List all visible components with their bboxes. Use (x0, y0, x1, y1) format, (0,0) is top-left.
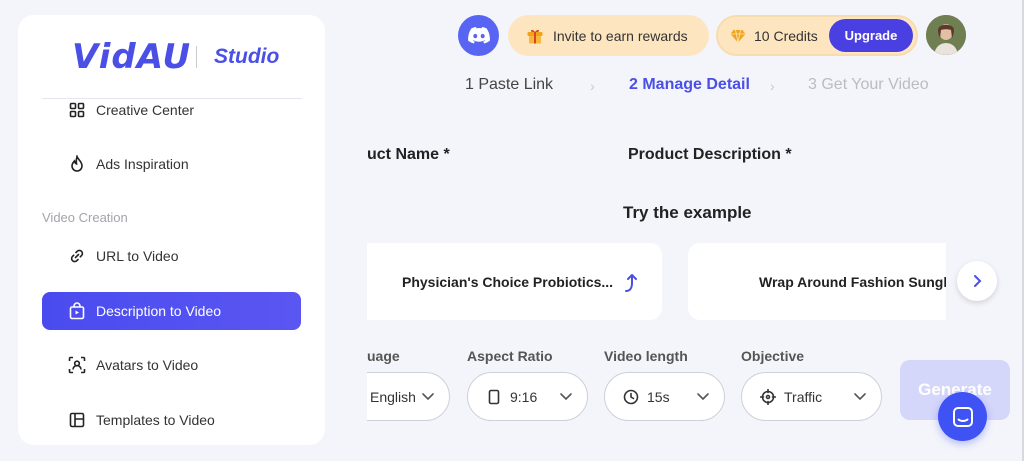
sidebar-item-label: URL to Video (96, 248, 179, 264)
sidebar-item-label: Description to Video (96, 303, 222, 319)
chevron-right-icon: › (590, 78, 595, 94)
language-select[interactable]: English (367, 372, 450, 421)
example-card[interactable]: Wrap Around Fashion Sungla (688, 243, 946, 320)
link-icon (68, 247, 86, 265)
sidebar-item-templates-to-video[interactable]: Templates to Video (42, 401, 301, 439)
section-label-video-creation: Video Creation (42, 210, 128, 225)
aspect-ratio-label: Aspect Ratio (467, 348, 553, 364)
step-manage-detail: 2 Manage Detail (629, 76, 750, 93)
chevron-right-icon: › (770, 78, 775, 94)
objective-value: Traffic (784, 388, 823, 405)
objective-label: Objective (741, 348, 805, 364)
invite-rewards-button[interactable]: Invite to earn rewards (508, 15, 709, 56)
sidebar-item-label: Templates to Video (96, 412, 215, 428)
chevron-down-icon (697, 393, 709, 401)
user-avatar[interactable] (926, 15, 966, 55)
phone-frame-icon (486, 389, 502, 405)
vidau-logo[interactable]: VidAU (72, 37, 191, 77)
product-name-label: uct Name * (367, 146, 450, 163)
discord-icon (467, 27, 490, 44)
sidebar-item-avatars-to-video[interactable]: Avatars to Video (42, 346, 301, 384)
shopping-bag-icon (68, 302, 86, 320)
discord-button[interactable] (458, 15, 499, 56)
chat-support-button[interactable] (938, 392, 987, 441)
aspect-ratio-select[interactable]: 9:16 (467, 372, 588, 421)
avatar-portrait-icon (926, 15, 966, 55)
use-example-icon[interactable] (623, 273, 639, 298)
invite-label: Invite to earn rewards (553, 27, 688, 44)
diamond-icon (730, 29, 746, 43)
upgrade-button[interactable]: Upgrade (829, 19, 913, 52)
gift-icon (527, 29, 543, 43)
language-select-clip: English (367, 372, 451, 421)
language-label: uage (367, 348, 400, 364)
aspect-ratio-value: 9:16 (510, 388, 538, 405)
chevron-down-icon (560, 393, 572, 401)
flame-icon (68, 155, 86, 173)
step-get-your-video: 3 Get Your Video (808, 76, 929, 93)
sidebar-item-label: Avatars to Video (96, 357, 199, 373)
objective-select[interactable]: Traffic (741, 372, 882, 421)
sidebar-item-label: Creative Center (96, 102, 195, 118)
chevron-right-icon (974, 275, 982, 287)
carousel-next-button[interactable] (957, 261, 997, 301)
chevron-down-icon (422, 393, 434, 401)
credits-label: 10 Credits (754, 27, 818, 44)
sidebar-item-description-to-video[interactable]: Description to Video (42, 292, 301, 330)
example-card[interactable]: Physician's Choice Probiotics... (367, 243, 662, 320)
step-indicator: 1 Paste Link › 2 Manage Detail › 3 Get Y… (0, 76, 1024, 96)
clock-icon (623, 389, 639, 405)
example-carousel: Physician's Choice Probiotics... Wrap Ar… (367, 235, 946, 330)
chevron-down-icon (854, 393, 866, 401)
template-icon (68, 411, 86, 429)
sidebar-item-label: Ads Inspiration (96, 156, 189, 172)
sidebar-item-creative-center[interactable]: Creative Center (42, 91, 301, 129)
video-length-value: 15s (647, 388, 670, 405)
video-length-select[interactable]: 15s (604, 372, 725, 421)
example-card-label: Physician's Choice Probiotics... (402, 273, 614, 290)
target-icon (760, 388, 776, 405)
grid-icon (68, 101, 86, 119)
credits-pill: 10 Credits Upgrade (716, 15, 918, 56)
language-value: English (370, 388, 416, 405)
example-card-label: Wrap Around Fashion Sungla (759, 273, 946, 290)
sidebar-item-ads-inspiration[interactable]: Ads Inspiration (42, 145, 301, 183)
try-example-label: Try the example (623, 203, 752, 222)
step-paste-link: 1 Paste Link (465, 76, 554, 93)
product-description-label: Product Description * (628, 146, 792, 163)
logo-separator (196, 46, 197, 68)
studio-label: Studio (214, 45, 280, 68)
sidebar-item-url-to-video[interactable]: URL to Video (42, 237, 301, 275)
video-length-label: Video length (604, 348, 688, 364)
chat-icon (952, 406, 973, 427)
avatar-scan-icon (68, 356, 86, 374)
